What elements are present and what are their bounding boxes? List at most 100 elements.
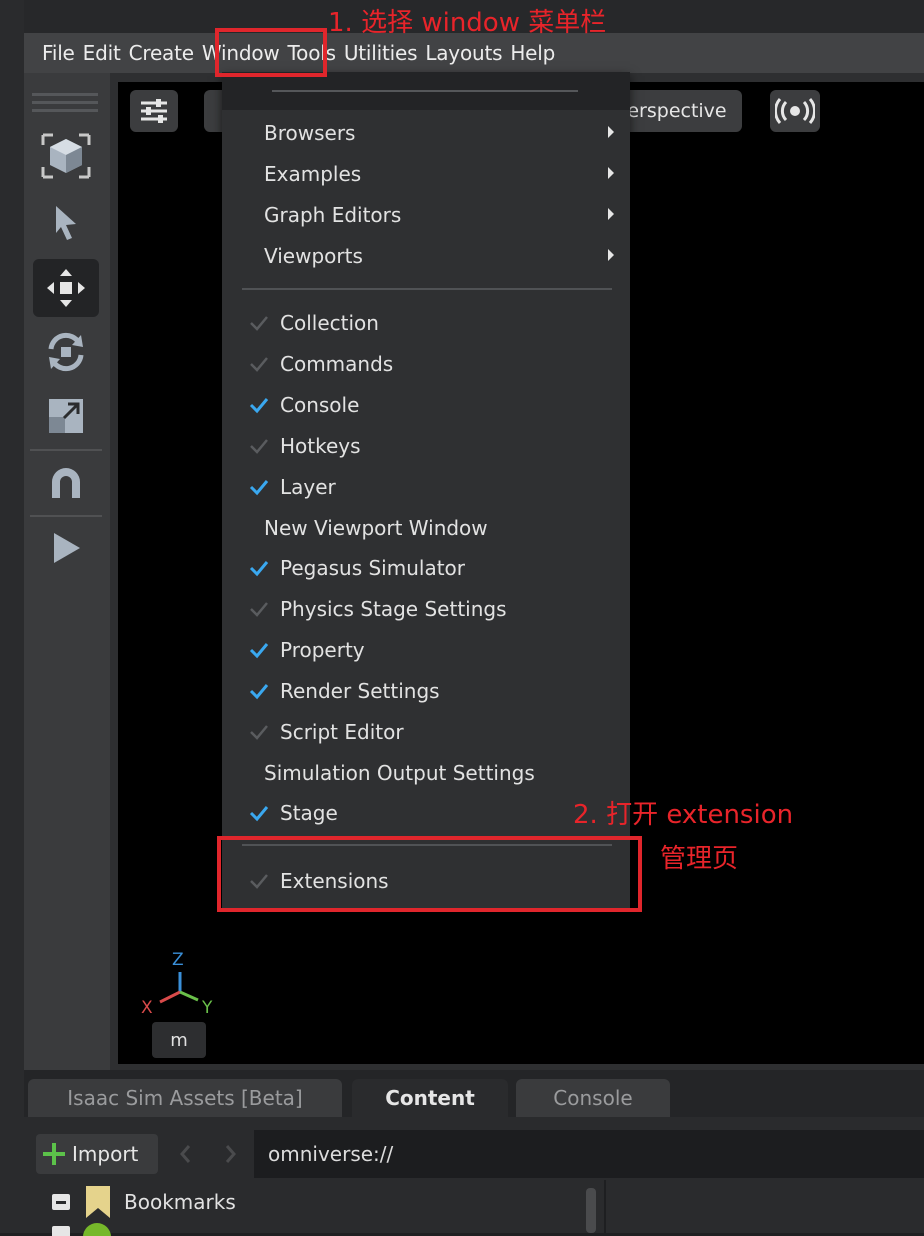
menu-item-pegasus-simulator[interactable]: Pegasus Simulator (222, 548, 630, 588)
axis-y-label: Y (202, 998, 213, 1018)
window-menu-dropdown: Browsers Examples Graph Editors Viewport… (222, 72, 630, 910)
menu-item-label: Property (280, 638, 365, 662)
select-tool-button[interactable] (33, 193, 99, 251)
menu-item-simulation-output-settings[interactable]: Simulation Output Settings (222, 753, 630, 793)
collapse-icon[interactable] (50, 1190, 74, 1214)
move-tool-button[interactable] (33, 259, 99, 317)
select-mode-button[interactable] (33, 127, 99, 185)
camera-label: erspective (627, 100, 727, 122)
menu-item-label: Collection (280, 311, 379, 335)
sliders-icon (141, 99, 167, 123)
tab-console[interactable]: Console (516, 1079, 670, 1117)
submenu-arrow-icon (608, 208, 614, 220)
forward-arrow-icon[interactable] (220, 1142, 240, 1166)
annotation-step2-line1: 2. 打开 extension (573, 800, 794, 830)
import-button[interactable]: Import (36, 1134, 158, 1174)
broadcast-icon (775, 98, 815, 124)
move-arrows-icon (47, 269, 85, 307)
submenu-arrow-icon (608, 249, 614, 261)
check-icon (249, 561, 269, 577)
check-icon (249, 480, 269, 496)
tree-scrollbar[interactable] (586, 1188, 596, 1233)
toolbar-grip-line (32, 101, 98, 104)
server-icon (83, 1223, 111, 1236)
menu-item-render-settings[interactable]: Render Settings (222, 671, 630, 711)
menu-layouts[interactable]: Layouts (421, 41, 506, 65)
menu-item-label: Graph Editors (264, 203, 402, 227)
menu-edit[interactable]: Edit (79, 41, 125, 65)
scale-tool-button[interactable] (33, 387, 99, 445)
menu-item-label: Simulation Output Settings (264, 761, 535, 785)
menu-separator (242, 288, 612, 290)
menu-item-viewports[interactable]: Viewports (222, 236, 630, 276)
menu-item-layer[interactable]: Layer (222, 467, 630, 507)
toolbar-divider (30, 449, 102, 451)
menu-item-commands[interactable]: Commands (222, 344, 630, 384)
back-arrow-icon[interactable] (176, 1142, 196, 1166)
tab-isaac-sim-assets[interactable]: Isaac Sim Assets [Beta] (28, 1079, 342, 1117)
menu-item-label: Hotkeys (280, 434, 361, 458)
unit-indicator: m (152, 1022, 206, 1058)
annotation-box-window-menu (215, 28, 327, 77)
menu-item-physics-stage-settings[interactable]: Physics Stage Settings (222, 589, 630, 629)
tree-item-bookmarks[interactable]: Bookmarks (36, 1186, 236, 1218)
menu-help[interactable]: Help (506, 41, 559, 65)
menu-tearoff-line (272, 90, 578, 92)
menu-utilities[interactable]: Utilities (340, 41, 421, 65)
menu-item-label: New Viewport Window (264, 516, 488, 540)
menu-item-collection[interactable]: Collection (222, 303, 630, 343)
window-left-edge (0, 0, 24, 1233)
cursor-arrow-icon (56, 206, 76, 240)
path-field[interactable]: omniverse:// (254, 1130, 924, 1178)
menu-item-property[interactable]: Property (222, 630, 630, 670)
menu-item-browsers[interactable]: Browsers (222, 113, 630, 153)
check-icon (250, 725, 268, 740)
menu-item-label: Commands (280, 352, 394, 376)
menu-item-label: Pegasus Simulator (280, 556, 465, 580)
menu-item-hotkeys[interactable]: Hotkeys (222, 426, 630, 466)
bookmark-icon (86, 1186, 110, 1218)
submenu-arrow-icon (608, 126, 614, 138)
menu-item-stage[interactable]: Stage (222, 793, 630, 833)
menu-item-examples[interactable]: Examples (222, 154, 630, 194)
toolbar-grip[interactable] (32, 93, 98, 96)
camera-perspective-button[interactable]: erspective (612, 90, 742, 132)
menu-item-graph-editors[interactable]: Graph Editors (222, 195, 630, 235)
tab-content[interactable]: Content (352, 1079, 508, 1117)
check-icon (250, 602, 268, 617)
menu-item-console[interactable]: Console (222, 385, 630, 425)
play-button[interactable] (33, 519, 99, 577)
check-icon (250, 357, 268, 372)
menu-item-script-editor[interactable]: Script Editor (222, 712, 630, 752)
annotation-step2-line2: 管理页 (660, 844, 739, 874)
menu-item-label: Browsers (264, 121, 356, 145)
check-icon (250, 439, 268, 454)
menu-item-label: Script Editor (280, 720, 404, 744)
tree-item-next[interactable] (36, 1222, 112, 1236)
axis-x-label: X (141, 998, 153, 1018)
tree-item-label: Bookmarks (124, 1190, 236, 1214)
import-label: Import (72, 1142, 139, 1166)
menu-item-new-viewport-window[interactable]: New Viewport Window (222, 508, 630, 548)
submenu-arrow-icon (608, 167, 614, 179)
check-icon (249, 643, 269, 659)
panel-divider[interactable] (604, 1180, 606, 1233)
axis-z-label: Z (172, 950, 184, 970)
viewport-settings-button[interactable] (130, 90, 178, 132)
collapse-icon[interactable] (50, 1222, 74, 1236)
menu-file[interactable]: File (24, 41, 79, 65)
scale-icon (49, 399, 83, 433)
path-value: omniverse:// (268, 1142, 394, 1166)
rotate-tool-button[interactable] (33, 323, 99, 381)
menu-item-label: Layer (280, 475, 336, 499)
play-icon (54, 533, 80, 563)
snap-tool-button[interactable] (33, 455, 99, 513)
select-cube-icon (41, 133, 91, 179)
menu-item-label: Stage (280, 801, 338, 825)
menu-create[interactable]: Create (125, 41, 198, 65)
viewport-stream-button[interactable] (770, 90, 820, 132)
check-icon (249, 806, 269, 822)
annotation-box-extensions (217, 836, 642, 912)
annotation-step1: 1. 选择 window 菜单栏 (328, 8, 607, 38)
check-icon (249, 684, 269, 700)
